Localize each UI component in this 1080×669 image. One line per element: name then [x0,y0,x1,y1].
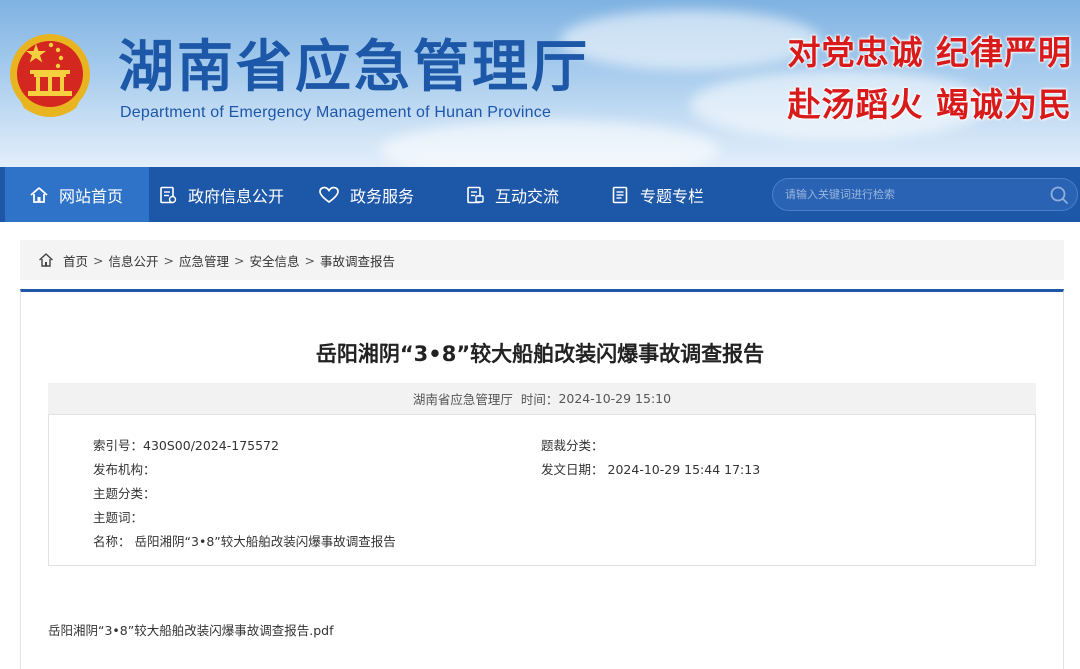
breadcrumb-link-emergency-management[interactable]: 应急管理 [179,251,229,270]
info-label: 发文日期： [541,462,604,477]
background-cloud [380,120,720,167]
search-icon[interactable] [1049,185,1069,205]
info-index-row: 索引号：430S00/2024-175572 [93,435,279,454]
nav-item-label: 政务服务 [350,186,415,206]
breadcrumb-separator: > [93,252,104,268]
info-value: 430S00/2024-175572 [143,438,279,453]
info-label: 发布机构： [93,462,156,477]
search-box [772,178,1078,211]
info-label: 主题分类： [93,486,156,501]
attachment-pdf-link[interactable]: 岳阳湘阴“3•8”较大船舶改装闪爆事故调查报告.pdf [48,620,333,639]
article-title: 岳阳湘阴“3•8”较大船舶改装闪爆事故调查报告 [315,342,765,366]
nav-item-label: 专题专栏 [640,186,705,206]
info-date-row: 发文日期： 2024-10-29 15:44 17:13 [541,459,760,478]
site-title: 湖南省应急管理厅 [118,35,590,100]
breadcrumb-link-safety-info[interactable]: 安全信息 [250,251,300,270]
info-topic-row: 主题分类： [93,483,160,502]
national-emblem-icon [10,34,90,117]
breadcrumb-separator: > [234,252,245,268]
breadcrumb-separator: > [304,252,315,268]
nav-item-gov-info[interactable]: 政府信息公开 [158,167,298,222]
slogan-line-2: 赴汤蹈火 竭诚为民 [787,85,1072,124]
nav-item-special-topics[interactable]: 专题专栏 [610,167,730,222]
document-icon [160,186,177,203]
info-label: 索引号： [93,438,144,453]
info-label: 名称： [93,534,131,549]
info-value: 2024-10-29 15:44 17:13 [607,462,761,477]
background-cloud [560,10,820,70]
document-info-table: 索引号：430S00/2024-175572 题裁分类： 发布机构： 发文日期：… [48,414,1036,566]
nav-item-label: 政府信息公开 [188,186,285,206]
nav-item-services[interactable]: 政务服务 [318,167,438,222]
info-value: 岳阳湘阴“3•8”较大船舶改装闪爆事故调查报告 [134,534,396,549]
info-org-row: 发布机构： [93,459,160,478]
info-genre-row: 题裁分类： [541,435,608,454]
breadcrumb-link-info-public[interactable]: 信息公开 [109,251,159,270]
breadcrumb: 首页 > 信息公开 > 应急管理 > 安全信息 > 事故调查报告 [20,240,1064,280]
chat-document-icon [467,186,484,203]
nav-item-home[interactable]: 网站首页 [5,167,149,222]
home-icon [30,186,48,203]
article-publisher: 湖南省应急管理厅 [412,392,513,407]
list-document-icon [612,186,628,203]
site-header-banner: 湖南省应急管理厅 Department of Emergency Managem… [0,0,1080,167]
info-keyword-row: 主题词： [93,507,147,526]
search-input[interactable] [785,179,1035,210]
article-time: 2024-10-29 15:10 [558,391,672,406]
info-label: 题裁分类： [541,438,604,453]
info-name-row: 名称： 岳阳湘阴“3•8”较大船舶改装闪爆事故调查报告 [93,531,396,550]
slogan-line-1: 对党忠诚 纪律严明 [787,33,1072,72]
nav-item-label: 互动交流 [495,186,560,206]
heart-icon [319,186,339,203]
breadcrumb-link-accident-reports[interactable]: 事故调查报告 [320,251,395,270]
site-subtitle: Department of Emergency Management of Hu… [120,104,552,121]
article-meta: 湖南省应急管理厅 时间： 2024-10-29 15:10 [48,383,1036,414]
home-icon [39,253,53,267]
article-time-label: 时间： [520,392,559,407]
nav-item-interaction[interactable]: 互动交流 [465,167,585,222]
breadcrumb-link-home[interactable]: 首页 [63,251,88,270]
breadcrumb-separator: > [163,252,174,268]
info-label: 主题词： [93,510,144,525]
nav-item-label: 网站首页 [59,186,124,206]
